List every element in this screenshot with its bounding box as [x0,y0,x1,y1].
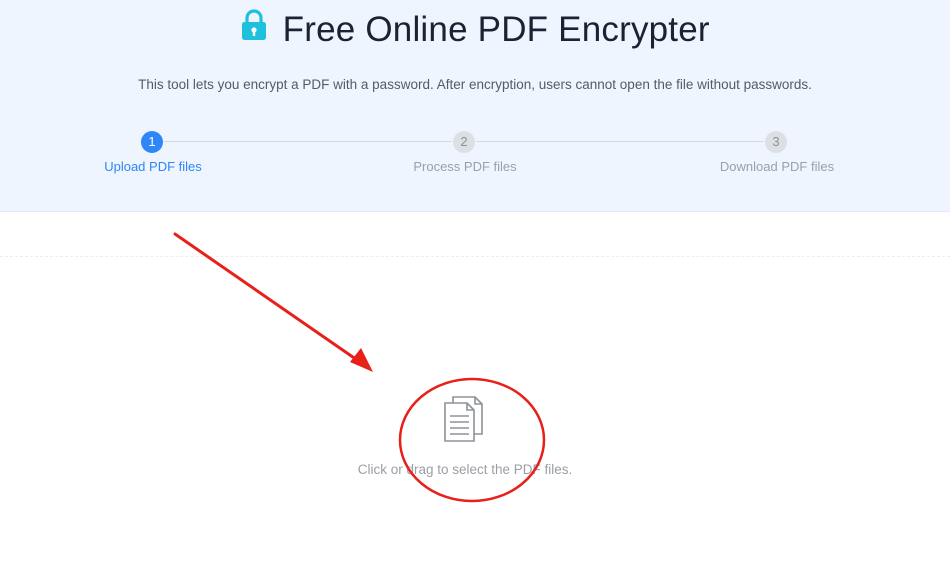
annotation-arrow-shaft [173,232,362,364]
progress-steps: 1 Upload PDF files 2 Process PDF files 3… [0,130,950,190]
title-row: Free Online PDF Encrypter [0,8,950,50]
step-2-label: Process PDF files [413,159,517,174]
step-connector-2 [476,141,764,142]
step-3-indicator: 3 [765,131,787,153]
section-divider [0,256,950,257]
upload-hint: Click or drag to select the PDF files. [357,462,573,477]
documents-icon [442,394,486,449]
lock-icon [240,8,268,46]
page-title: Free Online PDF Encrypter [282,10,710,49]
step-1-label: Upload PDF files [104,159,202,174]
file-upload-dropzone[interactable]: Click or drag to select the PDF files. [300,380,630,500]
step-2-indicator: 2 [453,131,475,153]
page-description: This tool lets you encrypt a PDF with a … [138,77,812,92]
step-1-indicator: 1 [141,131,163,153]
hero-section: Free Online PDF Encrypter This tool lets… [0,0,950,212]
step-connector-1 [164,141,452,142]
annotation-arrow-head [350,348,373,372]
step-3-label: Download PDF files [719,159,835,174]
